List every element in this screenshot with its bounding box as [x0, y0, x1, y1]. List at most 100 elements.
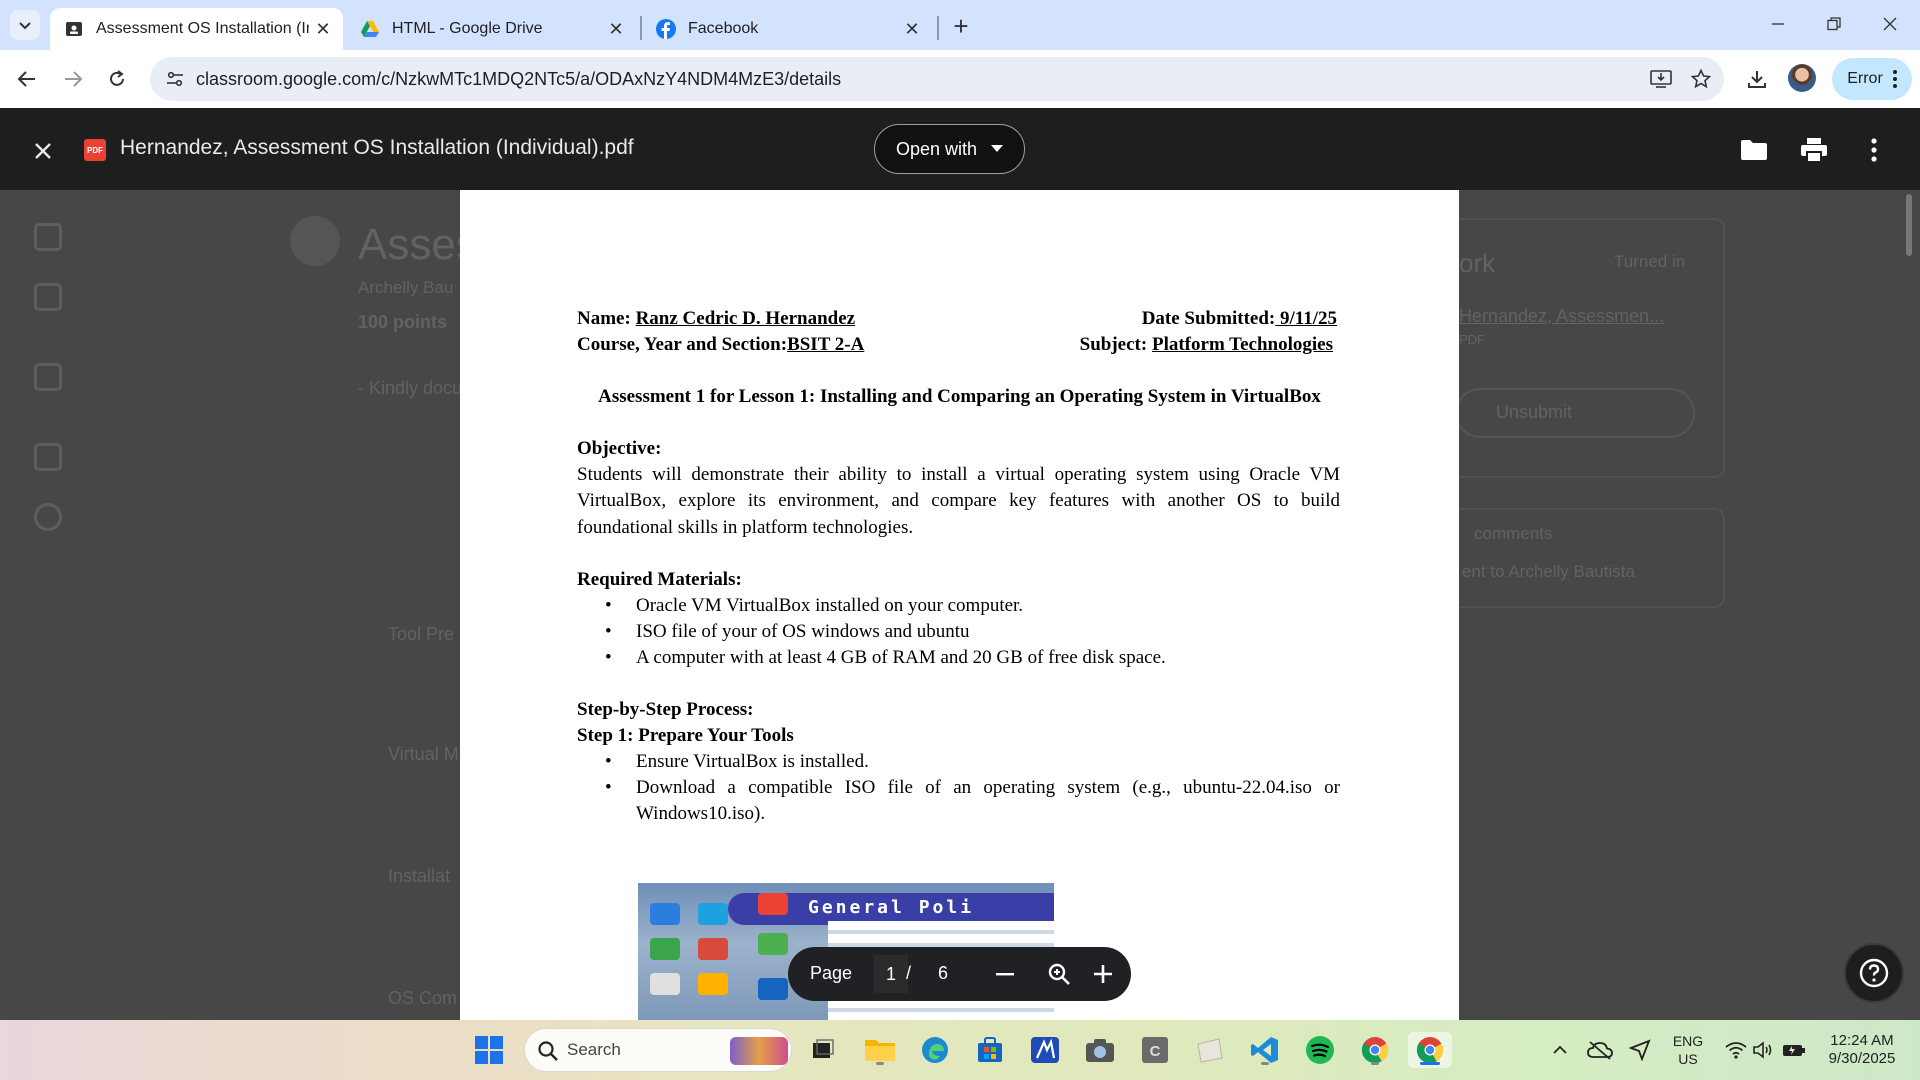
close-window-button[interactable]	[1862, 0, 1918, 48]
tab-close-icon[interactable]: ✕	[898, 15, 926, 43]
arrow-right-icon	[65, 71, 83, 87]
c-app-icon: C	[1142, 1037, 1168, 1063]
tab-facebook[interactable]: Facebook ✕	[642, 8, 932, 50]
bg-section: Installat	[388, 866, 451, 886]
subject-line: Subject: Platform Technologies	[1080, 332, 1333, 358]
new-tab-button[interactable]: +	[945, 10, 977, 42]
site-settings-icon[interactable]	[160, 64, 190, 94]
tab-search-button[interactable]	[10, 10, 40, 40]
desktop-app-icon	[698, 973, 728, 995]
show-hidden-icons-button[interactable]	[1550, 1036, 1570, 1064]
print-button[interactable]	[1798, 134, 1830, 166]
process-label: Step-by-Step Process:	[577, 699, 754, 720]
bg-author: Archelly Bau	[358, 278, 454, 297]
chrome-active-button[interactable]	[1408, 1032, 1452, 1068]
reload-button[interactable]	[100, 62, 134, 96]
clock-date: 9/30/2025	[1828, 1050, 1896, 1067]
language-indicator[interactable]: ENG US	[1665, 1032, 1711, 1068]
classroom-icon	[64, 19, 84, 39]
more-options-button[interactable]	[1858, 134, 1890, 166]
zoom-in-button[interactable]	[1088, 959, 1118, 989]
c-app-button[interactable]: C	[1137, 1032, 1173, 1068]
close-viewer-button[interactable]	[28, 136, 58, 166]
bullet: •	[605, 647, 612, 668]
volume-status[interactable]	[1750, 1036, 1776, 1064]
bullet: •	[605, 595, 612, 616]
back-button[interactable]	[10, 62, 44, 96]
forward-button[interactable]	[56, 62, 90, 96]
battery-status[interactable]	[1780, 1036, 1808, 1064]
open-with-label: Open with	[895, 138, 978, 159]
bg-instructions: - Kindly docu	[358, 378, 463, 398]
desktop-app-icon	[758, 893, 788, 915]
open-with-button[interactable]: Open with	[874, 124, 1025, 174]
app-button[interactable]	[1027, 1032, 1063, 1068]
assignment-icon	[290, 216, 340, 266]
bg-section: OS Com	[388, 988, 458, 1008]
profile-avatar[interactable]	[1788, 64, 1816, 92]
vscode-button[interactable]	[1247, 1032, 1283, 1068]
desktop-app-icon	[650, 938, 680, 960]
more-vert-icon	[1871, 138, 1877, 162]
location-arrow-icon	[1629, 1039, 1651, 1061]
app-button[interactable]	[1192, 1032, 1228, 1068]
tab-google-drive[interactable]: HTML - Google Drive ✕	[346, 8, 636, 50]
help-button[interactable]	[1844, 943, 1904, 1003]
tab-separator	[937, 16, 939, 40]
page-label: Page	[810, 963, 853, 983]
add-to-drive-button[interactable]	[1738, 134, 1770, 166]
desktop-app-icon	[698, 938, 728, 960]
cloud-off-icon	[1587, 1041, 1613, 1060]
store-button[interactable]	[972, 1032, 1008, 1068]
desktop-app-icon	[698, 903, 728, 925]
clock-time: 12:24 AM	[1830, 1032, 1894, 1049]
bookmark-star-icon[interactable]	[1686, 64, 1716, 94]
downloads-button[interactable]	[1740, 62, 1774, 96]
list-item: Download a compatible ISO file of an ope…	[636, 777, 1340, 824]
wifi-status[interactable]	[1722, 1036, 1750, 1064]
spotify-button[interactable]	[1302, 1032, 1338, 1068]
bg-attachment: Hernandez, Assessmen...	[1459, 306, 1665, 326]
vscode-icon	[1251, 1037, 1278, 1063]
minimize-button[interactable]	[1750, 0, 1806, 48]
bullet: •	[605, 621, 612, 642]
bg-section: Virtual M	[388, 744, 459, 764]
chrome-profile-button[interactable]	[1357, 1032, 1393, 1068]
minus-icon	[996, 973, 1014, 976]
onedrive-status[interactable]	[1585, 1036, 1615, 1064]
zoom-fit-button[interactable]	[1044, 959, 1074, 989]
materials-label: Required Materials:	[577, 569, 742, 590]
tab-close-icon[interactable]: ✕	[602, 15, 630, 43]
speaker-icon	[1753, 1041, 1772, 1059]
notes-app-icon	[1197, 1038, 1223, 1063]
search-highlight-image	[730, 1037, 788, 1065]
download-icon	[1748, 71, 1766, 88]
zoom-out-button[interactable]	[990, 959, 1020, 989]
task-view-button[interactable]	[805, 1032, 841, 1068]
profile-error-button[interactable]: Error	[1832, 58, 1912, 100]
enrolled-icon	[34, 363, 62, 391]
spotify-icon	[1306, 1036, 1334, 1064]
page-number-input[interactable]: 1	[874, 955, 908, 993]
tab-close-icon[interactable]: ✕	[309, 15, 337, 43]
install-app-icon[interactable]	[1646, 64, 1676, 94]
clock[interactable]: 12:24 AM 9/30/2025	[1815, 1032, 1909, 1068]
file-explorer-button[interactable]	[862, 1032, 898, 1068]
chevron-up-icon	[1553, 1045, 1567, 1054]
start-button[interactable]	[471, 1032, 507, 1068]
facebook-icon	[656, 19, 676, 39]
language-label: ENG	[1672, 1033, 1704, 1049]
arrow-left-icon	[17, 71, 35, 87]
desktop-app-icon	[758, 933, 788, 955]
scrollbar-thumb[interactable]	[1906, 194, 1912, 256]
tab-strip: Assessment OS Installation (Ind ✕ HTML -…	[0, 0, 1920, 50]
tab-classroom[interactable]: Assessment OS Installation (Ind ✕	[50, 8, 343, 50]
bg-attachment-type: PDF	[1459, 332, 1485, 347]
edge-button[interactable]	[917, 1032, 953, 1068]
address-bar[interactable]: classroom.google.com/c/NzkwMTc1MDQ2NTc5/…	[150, 57, 1724, 101]
restore-button[interactable]	[1806, 0, 1862, 48]
camera-button[interactable]	[1082, 1032, 1118, 1068]
location-status[interactable]	[1625, 1036, 1655, 1064]
page-total: 6	[938, 963, 949, 983]
taskbar-search[interactable]: Search	[524, 1028, 792, 1072]
